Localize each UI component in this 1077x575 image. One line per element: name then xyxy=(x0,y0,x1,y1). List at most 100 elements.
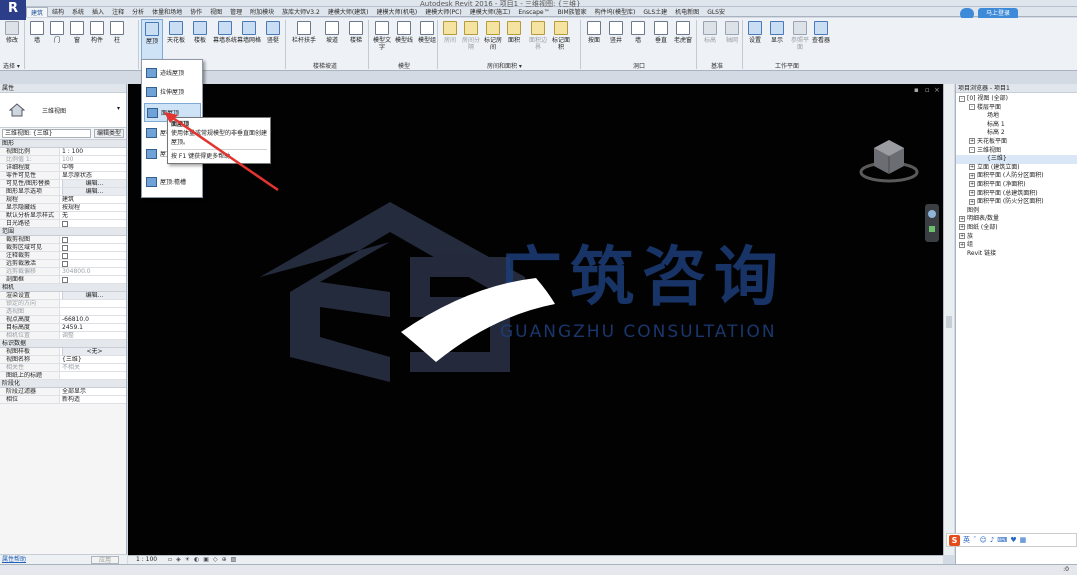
tab-21[interactable]: GLS安 xyxy=(703,7,729,17)
ime-mic-icon[interactable]: ♪ xyxy=(990,536,994,544)
view-cube[interactable] xyxy=(858,126,920,188)
ribbon-button-4[interactable]: 构件 xyxy=(87,19,107,61)
property-value[interactable]: 编辑... xyxy=(60,292,126,299)
ribbon-button-10[interactable]: 幕墙网格 xyxy=(237,19,261,61)
viewport-restore-icon[interactable]: ▪ xyxy=(914,86,919,94)
ribbon-button-11[interactable]: 竖梃 xyxy=(261,19,285,61)
property-row[interactable]: 显示隐藏线 按规程 xyxy=(0,204,126,212)
property-value[interactable]: 无 xyxy=(60,212,126,219)
ribbon-button-34[interactable]: 查看器 xyxy=(810,19,832,61)
property-row[interactable]: 裁剪视图 xyxy=(0,236,126,244)
property-value[interactable]: 304800.0 xyxy=(60,268,126,275)
tree-toggle-icon[interactable]: - xyxy=(969,147,975,154)
tree-toggle-icon[interactable]: + xyxy=(959,215,965,222)
property-value[interactable]: 新构造 xyxy=(60,396,126,403)
ribbon-button-1[interactable]: 墙 xyxy=(27,19,47,61)
type-selector[interactable]: 三维视图 ▾ xyxy=(0,93,126,128)
property-row[interactable]: 远剪裁激活 xyxy=(0,260,126,268)
tree-toggle-icon[interactable]: + xyxy=(969,190,975,197)
property-value[interactable]: 建筑 xyxy=(60,196,126,203)
ribbon-button-9[interactable]: 幕墙系统 xyxy=(213,19,237,61)
property-value[interactable]: 1 : 100 xyxy=(60,148,126,155)
property-checkbox[interactable] xyxy=(62,236,68,243)
tree-node[interactable]: + 族 xyxy=(956,233,1077,242)
tree-toggle-icon[interactable]: - xyxy=(959,95,965,102)
tree-node[interactable]: + 组 xyxy=(956,241,1077,250)
ribbon-button-12[interactable]: 栏杆扶手 xyxy=(288,19,320,61)
property-row[interactable]: 阶段过滤器 全部显示 xyxy=(0,388,126,396)
property-group-3[interactable]: 标识数据 xyxy=(0,340,126,348)
ribbon-button-5[interactable]: 柱 xyxy=(107,19,127,61)
property-value[interactable] xyxy=(60,308,126,315)
tree-node[interactable]: Revit 链接 xyxy=(956,250,1077,259)
viewport-vertical-scrollbar[interactable] xyxy=(943,84,954,555)
ribbon-button-25[interactable]: 竖井 xyxy=(606,19,626,61)
ime-keyboard-icon[interactable]: ⌨ xyxy=(997,536,1007,544)
sogou-icon[interactable]: S xyxy=(949,534,960,546)
properties-help-link[interactable]: 属性帮助 xyxy=(2,556,26,563)
navigation-bar[interactable] xyxy=(925,204,939,242)
tab-9[interactable]: 管理 xyxy=(226,7,246,17)
property-row[interactable]: 剖面框 xyxy=(0,276,126,284)
ribbon-button-20[interactable]: 标记房间 xyxy=(482,19,504,61)
property-row[interactable]: 图形显示选项 编辑... xyxy=(0,188,126,196)
property-checkbox[interactable] xyxy=(62,244,68,251)
tab-19[interactable]: GLS土建 xyxy=(639,7,671,17)
ime-grid-icon[interactable]: ▦ xyxy=(1020,536,1027,544)
tree-node[interactable]: - 三维视图 xyxy=(956,147,1077,156)
property-value[interactable]: <无> xyxy=(60,348,126,355)
tab-18[interactable]: 构件坞(模型库) xyxy=(591,7,640,17)
property-row[interactable]: 规程 建筑 xyxy=(0,196,126,204)
property-row[interactable]: 视图比例 1 : 100 xyxy=(0,148,126,156)
property-row[interactable]: 目标高度 2459.1 xyxy=(0,324,126,332)
tree-toggle-icon[interactable]: + xyxy=(969,164,975,171)
property-row[interactable]: 图纸上的标题 xyxy=(0,372,126,380)
ribbon-button-14[interactable]: 楼梯 xyxy=(344,19,368,61)
property-value[interactable]: -66810.0 xyxy=(60,316,126,323)
ribbon-button-31[interactable]: 设置 xyxy=(745,19,765,61)
tree-toggle-icon[interactable]: + xyxy=(969,138,975,145)
property-value[interactable] xyxy=(60,252,126,259)
property-value[interactable]: 编辑... xyxy=(60,188,126,195)
ime-punct-icon[interactable]: ˇ xyxy=(973,536,977,544)
property-row[interactable]: 视图样板 <无> xyxy=(0,348,126,356)
property-row[interactable]: 注释裁剪 xyxy=(0,252,126,260)
property-row[interactable]: 日光路径 xyxy=(0,220,126,228)
tree-toggle-icon[interactable]: + xyxy=(959,233,965,239)
tree-node[interactable]: + 天花板平面 xyxy=(956,138,1077,147)
tree-node[interactable]: 标高 2 xyxy=(956,129,1077,138)
tab-12[interactable]: 建模大师(建筑) xyxy=(324,7,373,17)
property-value[interactable]: 编辑... xyxy=(60,180,126,187)
property-value-text[interactable]: 编辑... xyxy=(62,180,126,187)
property-row[interactable]: 透视图 xyxy=(0,308,126,316)
tree-node[interactable]: + 面积平面 (防火分区面积) xyxy=(956,198,1077,207)
property-row[interactable]: 裁剪区域可见 xyxy=(0,244,126,252)
ime-shirt-icon[interactable]: ♥ xyxy=(1010,536,1016,544)
tab-15[interactable]: 建模大师(施工) xyxy=(466,7,515,17)
property-value[interactable]: 全部显示 xyxy=(60,388,126,395)
tab-20[interactable]: 机电新图 xyxy=(671,7,703,17)
scroll-thumb[interactable] xyxy=(946,316,952,328)
tab-3[interactable]: 插入 xyxy=(88,7,108,17)
tree-node[interactable]: + 面积平面 (总建筑面积) xyxy=(956,190,1077,199)
ribbon-button-19[interactable]: 房间分隔 xyxy=(460,19,482,61)
tab-0[interactable]: 建筑 xyxy=(26,7,49,17)
property-value[interactable] xyxy=(60,236,126,243)
ribbon-button-27[interactable]: 垂直 xyxy=(650,19,672,61)
chevron-down-icon[interactable]: ▾ xyxy=(117,105,120,112)
property-checkbox[interactable] xyxy=(62,260,68,267)
property-value[interactable]: 中等 xyxy=(60,164,126,171)
property-group-0[interactable]: 图形 xyxy=(0,140,126,148)
roof-menu-item-0[interactable]: 迹线屋顶 xyxy=(144,63,201,82)
ribbon-button-18[interactable]: 房间 xyxy=(440,19,460,61)
tree-node[interactable]: 场地 xyxy=(956,112,1077,121)
property-group-1[interactable]: 范围 xyxy=(0,228,126,236)
ribbon-button-17[interactable]: 模型组 xyxy=(416,19,438,61)
tab-7[interactable]: 协作 xyxy=(186,7,206,17)
tab-5[interactable]: 分析 xyxy=(128,7,148,17)
ribbon-button-23[interactable]: 标记面积 xyxy=(550,19,572,61)
property-value[interactable]: {三维} xyxy=(60,356,126,363)
property-row[interactable]: 视图名称 {三维} xyxy=(0,356,126,364)
ribbon-button-21[interactable]: 面积 xyxy=(504,19,524,61)
tab-13[interactable]: 建模大师(机电) xyxy=(373,7,422,17)
